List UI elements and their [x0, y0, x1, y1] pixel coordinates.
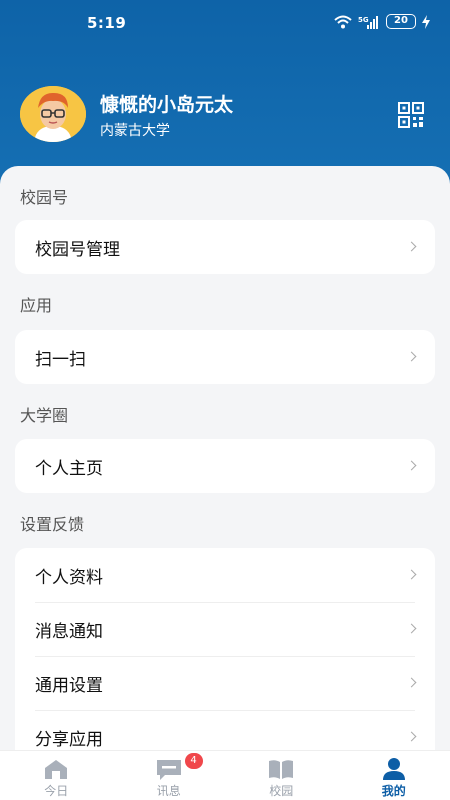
status-time: 5:19: [87, 14, 127, 32]
tab-label: 讯息: [156, 784, 181, 798]
chevron-right-icon: [406, 241, 417, 252]
status-icons: 5G 20: [334, 14, 430, 29]
home-icon: [45, 760, 68, 779]
user-icon: [382, 758, 405, 780]
menu-item-general-settings[interactable]: 通用设置: [15, 656, 435, 710]
section-title-settings-feedback: 设置反馈: [20, 515, 85, 534]
status-bar: 5:19 5G 20: [0, 0, 450, 44]
section-title-apps: 应用: [20, 296, 53, 315]
chevron-right-icon: [406, 460, 417, 471]
bottom-tab-bar: 今日 4 讯息 校园 我的: [0, 750, 450, 800]
chevron-right-icon: [406, 623, 417, 634]
tab-label: 今日: [44, 784, 69, 798]
tab-campus[interactable]: 校园: [225, 751, 338, 800]
menu-item-personal-homepage[interactable]: 个人主页: [15, 439, 435, 493]
chevron-right-icon: [406, 731, 417, 742]
menu-item-label: 校园号管理: [35, 239, 120, 260]
profile-info[interactable]: 慷慨的小岛元太 内蒙古大学: [20, 86, 430, 144]
section-title-university-circle: 大学圈: [20, 406, 69, 425]
tab-today[interactable]: 今日: [0, 751, 113, 800]
card-campus-account: 校园号管理: [15, 220, 435, 274]
menu-item-share-app[interactable]: 分享应用: [15, 710, 435, 750]
menu-item-message-notifications[interactable]: 消息通知: [15, 602, 435, 656]
menu-item-label: 扫一扫: [35, 349, 86, 370]
settings-content: 校园号 校园号管理 应用 扫一扫 大学圈 个人主页 设置反馈 个人资料 消息通知: [0, 166, 450, 750]
menu-item-scan[interactable]: 扫一扫: [15, 330, 435, 384]
wifi-icon: [334, 15, 352, 28]
chevron-right-icon: [406, 677, 417, 688]
section-title-campus-account: 校园号: [20, 188, 69, 207]
card-university-circle: 个人主页: [15, 439, 435, 493]
menu-item-label: 分享应用: [35, 729, 103, 750]
battery-icon: 20: [386, 14, 416, 29]
avatar-illustration: [20, 86, 86, 142]
menu-item-label: 个人资料: [35, 567, 103, 588]
menu-item-label: 消息通知: [35, 621, 103, 642]
tab-messages[interactable]: 4 讯息: [113, 751, 226, 800]
menu-item-label: 通用设置: [35, 675, 103, 696]
qr-code-icon[interactable]: [398, 102, 424, 128]
network-type-label: 5G: [358, 16, 369, 24]
chevron-right-icon: [406, 351, 417, 362]
chevron-right-icon: [406, 569, 417, 580]
avatar[interactable]: [20, 86, 86, 142]
unread-badge: 4: [184, 753, 203, 769]
menu-item-label: 个人主页: [35, 458, 103, 479]
card-apps: 扫一扫: [15, 330, 435, 384]
message-icon: [156, 760, 181, 780]
tab-label: 我的: [381, 784, 406, 798]
username: 慷慨的小岛元太: [100, 94, 234, 116]
school-name: 内蒙古大学: [100, 123, 170, 139]
menu-item-campus-account-management[interactable]: 校园号管理: [15, 220, 435, 274]
signal-icon: 5G: [358, 15, 378, 29]
card-settings-feedback: 个人资料 消息通知 通用设置 分享应用: [15, 548, 435, 750]
menu-item-personal-info[interactable]: 个人资料: [15, 548, 435, 602]
tab-label: 校园: [269, 784, 294, 798]
charging-icon: [422, 14, 430, 29]
tab-mine[interactable]: 我的: [338, 751, 450, 800]
book-icon: [269, 760, 294, 779]
